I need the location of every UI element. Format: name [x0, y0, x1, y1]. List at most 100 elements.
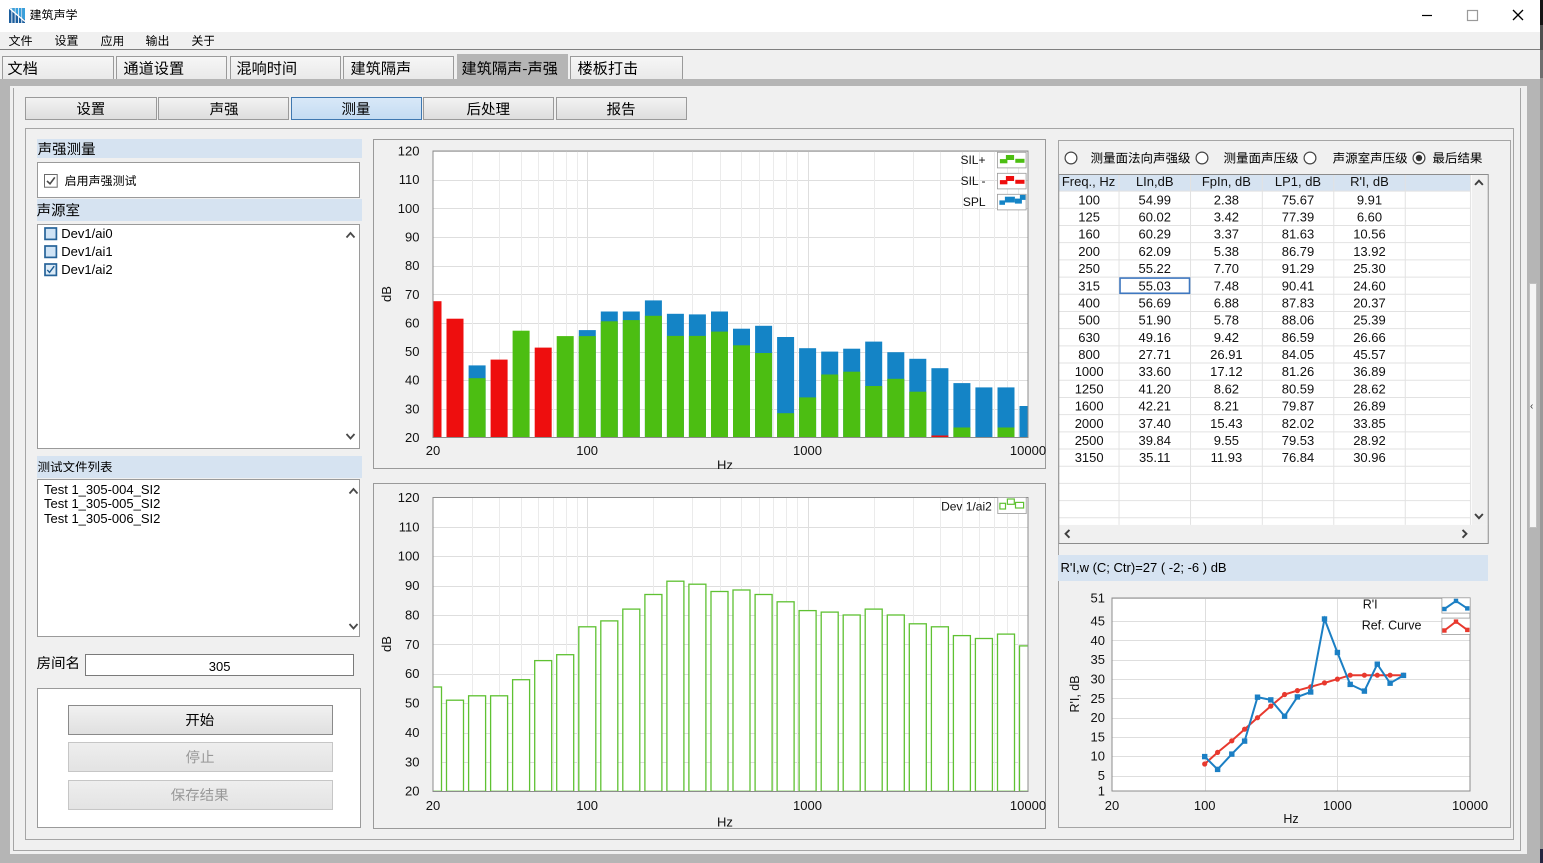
svg-text:26.66: 26.66 [1353, 330, 1386, 345]
svg-text:60: 60 [405, 315, 419, 330]
svg-text:90.41: 90.41 [1281, 279, 1314, 294]
svg-text:45.57: 45.57 [1353, 347, 1386, 362]
svg-text:37.40: 37.40 [1138, 416, 1171, 431]
svg-text:110: 110 [398, 519, 419, 534]
svg-text:20.37: 20.37 [1353, 296, 1386, 311]
svg-text:R'I, dB: R'I, dB [1350, 175, 1389, 190]
svg-text:76.84: 76.84 [1281, 451, 1314, 466]
svg-text:40: 40 [1090, 633, 1104, 648]
svg-text:75.67: 75.67 [1281, 193, 1314, 208]
svg-text:3150: 3150 [1074, 451, 1103, 466]
svg-text:3.37: 3.37 [1213, 227, 1238, 242]
svg-text:100: 100 [1193, 798, 1215, 813]
svg-text:1000: 1000 [1322, 798, 1351, 813]
svg-text:20: 20 [1090, 710, 1104, 725]
svg-text:60.29: 60.29 [1138, 227, 1171, 242]
svg-text:42.21: 42.21 [1138, 399, 1171, 414]
svg-text:80: 80 [405, 258, 419, 273]
svg-text:R'I: R'I [1362, 598, 1377, 612]
svg-text:120: 120 [397, 143, 419, 158]
svg-text:dB: dB [379, 286, 394, 302]
svg-text:6.88: 6.88 [1213, 296, 1238, 311]
svg-text:100: 100 [397, 200, 419, 215]
svg-text:250: 250 [1078, 261, 1100, 276]
svg-text:1250: 1250 [1074, 382, 1103, 397]
svg-text:2000: 2000 [1074, 416, 1103, 431]
svg-text:2500: 2500 [1074, 433, 1103, 448]
svg-text:25: 25 [1090, 691, 1104, 706]
svg-text:91.29: 91.29 [1281, 261, 1314, 276]
svg-text:125: 125 [1078, 210, 1100, 225]
svg-text:39.84: 39.84 [1138, 433, 1171, 448]
svg-text:Hz: Hz [1283, 812, 1298, 826]
svg-text:8.21: 8.21 [1213, 399, 1238, 414]
svg-text:500: 500 [1078, 313, 1100, 328]
svg-text:51.90: 51.90 [1138, 313, 1171, 328]
svg-text:41.20: 41.20 [1138, 382, 1171, 397]
svg-text:315: 315 [1078, 279, 1100, 294]
svg-text:90: 90 [405, 229, 419, 244]
svg-text:Freq., Hz: Freq., Hz [1062, 175, 1115, 190]
svg-text:7.48: 7.48 [1213, 279, 1238, 294]
svg-text:87.83: 87.83 [1281, 296, 1314, 311]
svg-text:62.09: 62.09 [1138, 244, 1171, 259]
svg-text:40: 40 [405, 724, 419, 739]
svg-text:10: 10 [1090, 749, 1104, 764]
svg-text:40: 40 [405, 372, 419, 387]
svg-text:35.11: 35.11 [1139, 451, 1171, 466]
svg-text:630: 630 [1078, 330, 1100, 345]
svg-text:5.78: 5.78 [1213, 313, 1238, 328]
svg-text:84.05: 84.05 [1281, 347, 1314, 362]
svg-text:dB: dB [379, 636, 394, 652]
svg-text:81.63: 81.63 [1281, 227, 1314, 242]
svg-text:10.56: 10.56 [1353, 227, 1386, 242]
svg-text:45: 45 [1090, 614, 1104, 629]
svg-text:30: 30 [405, 754, 419, 769]
svg-text:60: 60 [405, 666, 419, 681]
svg-text:20: 20 [425, 443, 439, 458]
svg-text:70: 70 [405, 636, 419, 651]
svg-text:30: 30 [1090, 672, 1104, 687]
svg-text:Hz: Hz [717, 814, 733, 829]
svg-text:LP1, dB: LP1, dB [1275, 175, 1321, 190]
svg-text:100: 100 [397, 548, 419, 563]
svg-text:25.30: 25.30 [1353, 261, 1386, 276]
svg-text:49.16: 49.16 [1138, 330, 1171, 345]
svg-text:70: 70 [405, 286, 419, 301]
svg-text:55.03: 55.03 [1138, 279, 1171, 294]
svg-text:2.38: 2.38 [1213, 193, 1238, 208]
svg-text:9.55: 9.55 [1213, 433, 1238, 448]
svg-text:50: 50 [405, 695, 419, 710]
svg-text:51: 51 [1090, 590, 1104, 605]
svg-text:77.39: 77.39 [1281, 210, 1314, 225]
svg-text:11.93: 11.93 [1210, 451, 1242, 466]
svg-text:100: 100 [1078, 193, 1100, 208]
svg-text:15: 15 [1090, 729, 1104, 744]
svg-text:160: 160 [1078, 227, 1100, 242]
svg-text:Dev 1/ai2: Dev 1/ai2 [941, 499, 992, 513]
svg-text:FpIn, dB: FpIn, dB [1202, 175, 1251, 190]
svg-text:1000: 1000 [1074, 365, 1103, 380]
svg-text:27.71: 27.71 [1138, 347, 1171, 362]
svg-text:200: 200 [1078, 244, 1100, 259]
svg-text:7.70: 7.70 [1213, 261, 1238, 276]
svg-text:9.42: 9.42 [1213, 330, 1238, 345]
svg-text:120: 120 [397, 489, 419, 504]
svg-text:82.02: 82.02 [1281, 416, 1314, 431]
svg-text:1600: 1600 [1074, 399, 1103, 414]
svg-text:LIn,dB: LIn,dB [1136, 175, 1174, 190]
svg-text:25.39: 25.39 [1353, 313, 1386, 328]
svg-text:80: 80 [405, 607, 419, 622]
svg-text:28.62: 28.62 [1353, 382, 1386, 397]
svg-text:5: 5 [1097, 768, 1104, 783]
svg-text:15.43: 15.43 [1210, 416, 1243, 431]
svg-text:50: 50 [405, 344, 419, 359]
svg-text:17.12: 17.12 [1210, 365, 1243, 380]
svg-text:6.60: 6.60 [1357, 210, 1382, 225]
svg-text:88.06: 88.06 [1281, 313, 1314, 328]
svg-text:Hz: Hz [717, 457, 733, 469]
svg-text:400: 400 [1078, 296, 1100, 311]
svg-text:10000: 10000 [1451, 798, 1487, 813]
svg-text:800: 800 [1078, 347, 1100, 362]
svg-text:26.91: 26.91 [1210, 347, 1243, 362]
